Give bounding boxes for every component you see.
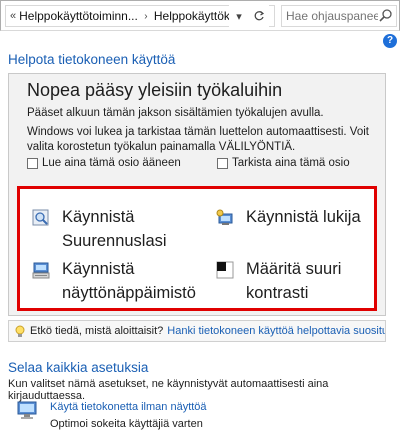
read-aloud-checkbox[interactable]: Lue aina tämä osio ääneen — [27, 157, 181, 169]
start-on-screen-keyboard-button[interactable]: Käynnistä näyttönäppäimistö — [32, 257, 196, 305]
set-high-contrast-button[interactable]: Määritä suuri kontrasti — [216, 257, 341, 305]
start-on-screen-keyboard-label[interactable]: Käynnistä näyttönäppäimistö — [62, 257, 196, 305]
chevron-right-icon[interactable]: › — [138, 11, 154, 22]
auto-scan-label[interactable]: Tarkista aina tämä osio — [232, 157, 350, 169]
quick-access-title: Nopea pääsy yleisiin työkaluihin — [27, 80, 283, 100]
quick-access-panel: Nopea pääsy yleisiin työkaluihin Pääset … — [8, 73, 386, 316]
high-contrast-icon — [216, 261, 234, 279]
read-aloud-label[interactable]: Lue aina tämä osio ääneen — [42, 157, 181, 169]
help-icon[interactable]: ? — [383, 34, 397, 48]
use-computer-without-display-link[interactable]: Käytä tietokonetta ilman näyttöä — [50, 401, 207, 413]
refresh-icon[interactable] — [249, 5, 269, 27]
search-icon[interactable] — [378, 8, 394, 24]
start-narrator-label[interactable]: Käynnistä lukija — [246, 205, 361, 229]
checkbox-box[interactable] — [27, 157, 38, 169]
search-input[interactable] — [282, 9, 378, 23]
browse-settings-title: Selaa kaikkia asetuksia — [8, 360, 149, 375]
start-narrator-button[interactable]: Käynnistä lukija — [216, 205, 361, 229]
start-magnifier-button[interactable]: Käynnistä Suurennuslasi — [32, 205, 167, 253]
on-screen-keyboard-icon — [32, 261, 50, 279]
quick-access-scan-description: Windows voi lukea ja tarkistaa tämän lue… — [27, 126, 369, 153]
use-computer-without-display-description: Optimoi sokeita käyttäjiä varten — [50, 418, 203, 430]
magnifier-icon — [32, 209, 50, 227]
checkbox-box[interactable] — [217, 157, 228, 169]
address-bar: « Helppokäyttötoiminn... › Helppokäyttök… — [0, 0, 400, 31]
breadcrumb-item-ease-of-access[interactable]: Helppokäyttötoiminn... — [19, 9, 138, 23]
tip-bar: Etkö tiedä, mistä aloittaisit? Hanki tie… — [8, 320, 386, 342]
page-title: Helpota tietokoneen käyttöä — [8, 52, 176, 67]
quick-access-description: Pääset alkuun tämän jakson sisältämien t… — [27, 107, 324, 119]
start-magnifier-label[interactable]: Käynnistä Suurennuslasi — [62, 205, 167, 253]
chevron-down-icon[interactable]: ▾ — [229, 5, 249, 27]
highlighted-tools-box: Käynnistä Suurennuslasi Käynnistä lukija… — [17, 186, 377, 311]
computer-without-display-icon — [14, 400, 42, 422]
narrator-icon — [216, 209, 234, 227]
set-high-contrast-label[interactable]: Määritä suuri kontrasti — [246, 257, 341, 305]
search-box[interactable] — [281, 5, 397, 27]
light-bulb-icon — [15, 325, 25, 338]
get-recommendations-link[interactable]: Hanki tietokoneen käyttöä helpottavia su… — [167, 325, 385, 337]
breadcrumb-overflow-icon[interactable]: « — [6, 10, 19, 22]
auto-scan-checkbox[interactable]: Tarkista aina tämä osio — [217, 157, 350, 169]
tip-text: Etkö tiedä, mistä aloittaisit? — [30, 325, 164, 337]
browse-settings-description: Kun valitset nämä asetukset, ne käynnist… — [8, 378, 329, 402]
